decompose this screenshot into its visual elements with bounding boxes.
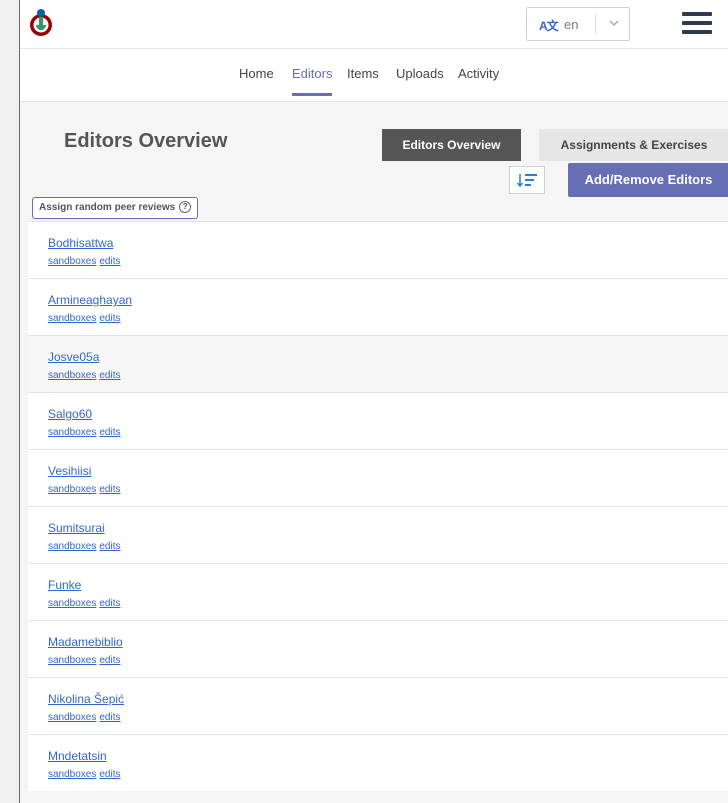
editor-row: Sumitsurai sandboxes edits bbox=[28, 506, 728, 563]
editor-name-link[interactable]: Salgo60 bbox=[48, 407, 92, 421]
top-bar: A文 en bbox=[20, 0, 728, 49]
edits-link[interactable]: edits bbox=[99, 256, 120, 267]
add-remove-editors-button[interactable]: Add/Remove Editors bbox=[568, 163, 728, 197]
assign-peer-reviews-button[interactable]: Assign random peer reviews? bbox=[32, 197, 199, 219]
translate-icon: A文 bbox=[539, 19, 559, 33]
edits-link[interactable]: edits bbox=[99, 427, 120, 438]
nav-home[interactable]: Home bbox=[239, 66, 274, 81]
editor-name-link[interactable]: Bodhisattwa bbox=[48, 236, 113, 250]
sandboxes-link[interactable]: sandboxes bbox=[48, 427, 96, 438]
editor-name-link[interactable]: Sumitsurai bbox=[48, 521, 105, 535]
main-content: Editors Overview Editors Overview Assign… bbox=[20, 102, 728, 803]
app-frame: A文 en Home Editors Items Uploads Activit… bbox=[19, 0, 728, 803]
page-title: Editors Overview bbox=[64, 130, 228, 152]
editor-name-link[interactable]: Josve05a bbox=[48, 350, 99, 364]
editor-name-link[interactable]: Nikolina Šepić bbox=[48, 692, 124, 706]
editor-name-link[interactable]: Funke bbox=[48, 578, 81, 592]
editor-row: Bodhisattwa sandboxes edits bbox=[28, 221, 728, 278]
editors-list: Bodhisattwa sandboxes edits Armineaghayan… bbox=[28, 221, 728, 791]
editor-name-link[interactable]: Vesihiisi bbox=[48, 464, 91, 478]
editor-name-link[interactable]: Mndetatsin bbox=[48, 749, 107, 763]
tab-assignments-exercises[interactable]: Assignments & Exercises bbox=[539, 129, 728, 161]
main-nav: Home Editors Items Uploads Activity bbox=[20, 49, 728, 102]
language-value: en bbox=[564, 17, 579, 32]
editor-row: Madamebiblio sandboxes edits bbox=[28, 620, 728, 677]
editor-row: Mndetatsin sandboxes edits bbox=[28, 734, 728, 791]
edits-link[interactable]: edits bbox=[99, 598, 120, 609]
editor-row: Vesihiisi sandboxes edits bbox=[28, 449, 728, 506]
edits-link[interactable]: edits bbox=[99, 484, 120, 495]
edits-link[interactable]: edits bbox=[99, 313, 120, 324]
nav-uploads[interactable]: Uploads bbox=[396, 66, 444, 81]
editor-name-link[interactable]: Madamebiblio bbox=[48, 635, 123, 649]
active-tab-indicator bbox=[292, 93, 332, 96]
editor-row: Nikolina Šepić sandboxes edits bbox=[28, 677, 728, 734]
edits-link[interactable]: edits bbox=[99, 370, 120, 381]
edits-link[interactable]: edits bbox=[99, 712, 120, 723]
sandboxes-link[interactable]: sandboxes bbox=[48, 712, 96, 723]
sort-icon bbox=[516, 174, 537, 188]
editor-row: Funke sandboxes edits bbox=[28, 563, 728, 620]
edits-link[interactable]: edits bbox=[99, 655, 120, 666]
sort-button[interactable] bbox=[509, 166, 545, 194]
edits-link[interactable]: edits bbox=[99, 769, 120, 780]
sandboxes-link[interactable]: sandboxes bbox=[48, 256, 96, 267]
sandboxes-link[interactable]: sandboxes bbox=[48, 541, 96, 552]
editor-row: Armineaghayan sandboxes edits bbox=[28, 278, 728, 335]
sandboxes-link[interactable]: sandboxes bbox=[48, 655, 96, 666]
language-selector[interactable]: A文 en bbox=[526, 7, 630, 41]
edits-link[interactable]: edits bbox=[99, 541, 120, 552]
editor-row: Salgo60 sandboxes edits bbox=[28, 392, 728, 449]
divider bbox=[595, 14, 596, 34]
wikimedia-logo-icon[interactable] bbox=[26, 8, 56, 38]
help-icon[interactable]: ? bbox=[179, 201, 192, 214]
nav-items[interactable]: Items bbox=[347, 66, 379, 81]
editor-row: Josve05a sandboxes edits bbox=[28, 335, 728, 392]
nav-editors[interactable]: Editors bbox=[292, 66, 332, 81]
sandboxes-link[interactable]: sandboxes bbox=[48, 313, 96, 324]
hamburger-menu-icon[interactable] bbox=[682, 12, 712, 34]
editor-name-link[interactable]: Armineaghayan bbox=[48, 293, 132, 307]
sandboxes-link[interactable]: sandboxes bbox=[48, 484, 96, 495]
nav-activity[interactable]: Activity bbox=[458, 66, 499, 81]
sandboxes-link[interactable]: sandboxes bbox=[48, 769, 96, 780]
chevron-down-icon bbox=[609, 20, 619, 27]
sandboxes-link[interactable]: sandboxes bbox=[48, 370, 96, 381]
peer-review-label: Assign random peer reviews bbox=[39, 202, 176, 213]
sandboxes-link[interactable]: sandboxes bbox=[48, 598, 96, 609]
tab-editors-overview[interactable]: Editors Overview bbox=[382, 129, 521, 161]
